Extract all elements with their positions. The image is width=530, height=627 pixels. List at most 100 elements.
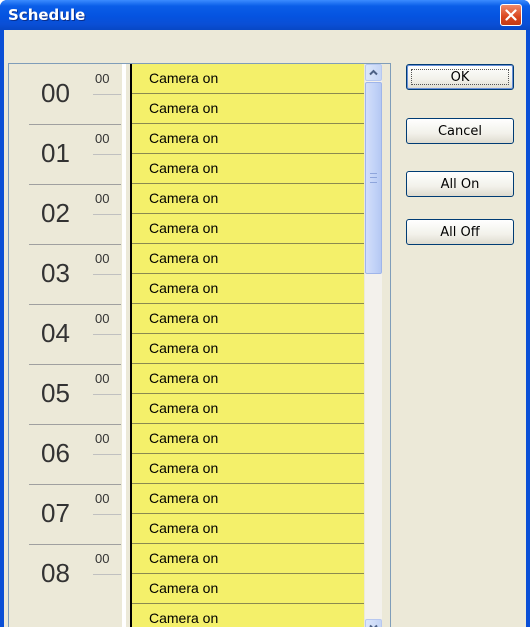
- hour-row: 01 00: [9, 124, 121, 184]
- half-hour-tick: [93, 214, 121, 215]
- hour-divider: [29, 244, 121, 245]
- schedule-list: 00 00 01 00 02 00 03 00 04 00 05 00 06 00 07 00 08 00 Cam…: [8, 63, 391, 627]
- hour-divider: [29, 364, 121, 365]
- hour-row: 03 00: [9, 244, 121, 304]
- schedule-slot[interactable]: Camera on: [132, 244, 364, 274]
- schedule-slot[interactable]: Camera on: [132, 304, 364, 334]
- minute-label: 00: [95, 371, 110, 386]
- slot-label: Camera on: [149, 160, 219, 176]
- hour-row: 05 00: [9, 364, 121, 424]
- cancel-label: Cancel: [437, 123, 483, 139]
- schedule-slot[interactable]: Camera on: [132, 334, 364, 364]
- hour-label: 03: [41, 258, 70, 288]
- half-hour-tick: [93, 394, 121, 395]
- scroll-down-button[interactable]: [365, 619, 382, 627]
- schedule-slot[interactable]: Camera on: [132, 424, 364, 454]
- slot-label: Camera on: [149, 100, 219, 116]
- schedule-slot[interactable]: Camera on: [132, 574, 364, 604]
- half-hour-tick: [93, 274, 121, 275]
- slot-label: Camera on: [149, 490, 219, 506]
- dialog-body: 00 00 01 00 02 00 03 00 04 00 05 00 06 00 07 00 08 00 Cam…: [4, 30, 526, 627]
- schedule-slot[interactable]: Camera on: [132, 514, 364, 544]
- half-hour-tick: [93, 514, 121, 515]
- hour-label: 08: [41, 558, 70, 588]
- slot-label: Camera on: [149, 130, 219, 146]
- title-bar[interactable]: Schedule: [0, 0, 530, 30]
- slot-column: Camera on Camera on Camera on Camera on Came…: [132, 64, 364, 627]
- schedule-slot[interactable]: Camera on: [132, 184, 364, 214]
- schedule-dialog: Schedule 00 00 01 00 02 00 03 00 04 00 05 00 06 00 07 0…: [0, 0, 530, 627]
- hour-divider: [29, 124, 121, 125]
- slot-label: Camera on: [149, 250, 219, 266]
- schedule-slot[interactable]: Camera on: [132, 214, 364, 244]
- close-button[interactable]: [500, 4, 522, 26]
- vertical-scrollbar[interactable]: [365, 64, 382, 627]
- hour-row: 08 00: [9, 544, 121, 604]
- schedule-slot[interactable]: Camera on: [132, 274, 364, 304]
- separator: [122, 64, 126, 627]
- minute-label: 00: [95, 551, 110, 566]
- slot-label: Camera on: [149, 580, 219, 596]
- slot-label: Camera on: [149, 340, 219, 356]
- schedule-slot[interactable]: Camera on: [132, 124, 364, 154]
- schedule-slot[interactable]: Camera on: [132, 364, 364, 394]
- hour-label: 05: [41, 378, 70, 408]
- half-hour-tick: [93, 94, 121, 95]
- schedule-slot[interactable]: Camera on: [132, 484, 364, 514]
- schedule-slot[interactable]: Camera on: [132, 154, 364, 184]
- focus-rect: [411, 69, 509, 85]
- slot-label: Camera on: [149, 460, 219, 476]
- hour-label: 02: [41, 198, 70, 228]
- minute-label: 00: [95, 311, 110, 326]
- hour-label: 01: [41, 138, 70, 168]
- hour-divider: [29, 544, 121, 545]
- schedule-slot[interactable]: Camera on: [132, 454, 364, 484]
- hour-divider: [29, 304, 121, 305]
- scroll-thumb[interactable]: [365, 82, 382, 274]
- half-hour-tick: [93, 574, 121, 575]
- hour-divider: [29, 424, 121, 425]
- slot-label: Camera on: [149, 400, 219, 416]
- minute-label: 00: [95, 71, 110, 86]
- slot-label: Camera on: [149, 520, 219, 536]
- slot-label: Camera on: [149, 220, 219, 236]
- hour-label: 06: [41, 438, 70, 468]
- scroll-up-button[interactable]: [365, 64, 382, 81]
- hour-label: 00: [41, 78, 70, 108]
- hour-row: 00 00: [9, 64, 121, 124]
- schedule-slot[interactable]: Camera on: [132, 544, 364, 574]
- minute-label: 00: [95, 251, 110, 266]
- ok-button[interactable]: OK: [406, 64, 514, 90]
- hour-row: 07 00: [9, 484, 121, 544]
- slot-label: Camera on: [149, 430, 219, 446]
- cancel-button[interactable]: Cancel: [406, 118, 514, 144]
- hour-column: 00 00 01 00 02 00 03 00 04 00 05 00 06 00 07 00 08 00: [9, 64, 121, 627]
- window-title: Schedule: [8, 6, 86, 24]
- half-hour-tick: [93, 334, 121, 335]
- slot-label: Camera on: [149, 370, 219, 386]
- grip-icon: [370, 173, 377, 183]
- slot-label: Camera on: [149, 550, 219, 566]
- arrow-up-icon: [369, 69, 378, 76]
- half-hour-tick: [93, 154, 121, 155]
- all-off-button[interactable]: All Off: [406, 219, 514, 245]
- hour-row: 02 00: [9, 184, 121, 244]
- minute-label: 00: [95, 191, 110, 206]
- all-on-label: All On: [440, 176, 480, 192]
- schedule-slot[interactable]: Camera on: [132, 94, 364, 124]
- hour-row: 06 00: [9, 424, 121, 484]
- minute-label: 00: [95, 131, 110, 146]
- schedule-slot[interactable]: Camera on: [132, 64, 364, 94]
- slot-label: Camera on: [149, 610, 219, 626]
- slot-label: Camera on: [149, 280, 219, 296]
- hour-label: 07: [41, 498, 70, 528]
- hour-label: 04: [41, 318, 70, 348]
- slot-label: Camera on: [149, 70, 219, 86]
- close-icon: [505, 9, 517, 21]
- slot-label: Camera on: [149, 190, 219, 206]
- all-on-button[interactable]: All On: [406, 171, 514, 197]
- hour-divider: [29, 484, 121, 485]
- schedule-slot[interactable]: Camera on: [132, 394, 364, 424]
- schedule-slot[interactable]: Camera on: [132, 604, 364, 627]
- minute-label: 00: [95, 431, 110, 446]
